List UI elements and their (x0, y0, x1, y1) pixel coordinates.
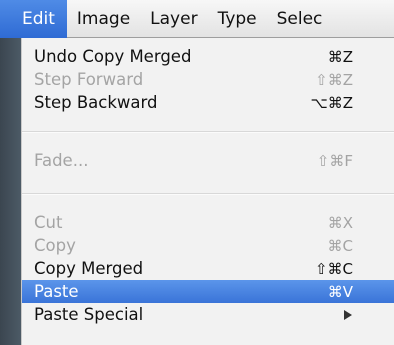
menu-layer[interactable]: Layer (140, 0, 207, 38)
menu-image[interactable]: Image (67, 0, 140, 38)
menu-item-label: Cut (34, 213, 63, 232)
menu-item-cut[interactable]: Cut ⌘X (22, 211, 394, 234)
shortcut-label: ⌥⌘Z (310, 93, 353, 112)
menu-bar: Edit Image Layer Type Selec (0, 0, 394, 38)
app-background (0, 38, 22, 345)
submenu-arrow-icon (344, 310, 352, 320)
shortcut-label: ⌘X (327, 213, 353, 232)
menu-separator (22, 193, 394, 195)
shortcut-label: ⌘V (327, 282, 353, 301)
menu-item-label: Paste (34, 282, 79, 301)
menu-item-copy[interactable]: Copy ⌘C (22, 234, 394, 257)
menu-item-paste-special[interactable]: Paste Special (22, 303, 394, 326)
menu-item-copy-merged[interactable]: Copy Merged ⇧⌘C (22, 257, 394, 280)
menu-item-label: Copy (34, 236, 76, 255)
shortcut-label: ⇧⌘F (316, 151, 353, 170)
menu-item-label: Step Forward (34, 70, 144, 89)
menu-item-fade[interactable]: Fade... ⇧⌘F (22, 149, 394, 172)
menu-item-paste[interactable]: Paste ⌘V (22, 280, 394, 303)
menu-select[interactable]: Selec (267, 0, 333, 38)
shortcut-label: ⇧⌘C (314, 259, 353, 278)
shortcut-label: ⌘C (327, 236, 353, 255)
menu-item-label: Copy Merged (34, 259, 144, 278)
menu-item-label: Step Backward (34, 93, 158, 112)
shortcut-label: ⌘Z (327, 47, 353, 66)
menu-item-label: Paste Special (34, 305, 144, 324)
edit-dropdown-menu: Undo Copy Merged ⌘Z Step Forward ⇧⌘Z Ste… (22, 38, 394, 345)
menu-edit[interactable]: Edit (0, 0, 67, 38)
menu-item-undo[interactable]: Undo Copy Merged ⌘Z (22, 45, 394, 68)
menu-item-step-forward[interactable]: Step Forward ⇧⌘Z (22, 68, 394, 91)
menu-item-step-backward[interactable]: Step Backward ⌥⌘Z (22, 91, 394, 114)
menu-type[interactable]: Type (208, 0, 267, 38)
shortcut-label: ⇧⌘Z (315, 70, 353, 89)
menu-separator (22, 131, 394, 133)
menu-item-label: Fade... (34, 151, 89, 170)
menu-item-label: Undo Copy Merged (34, 47, 192, 66)
